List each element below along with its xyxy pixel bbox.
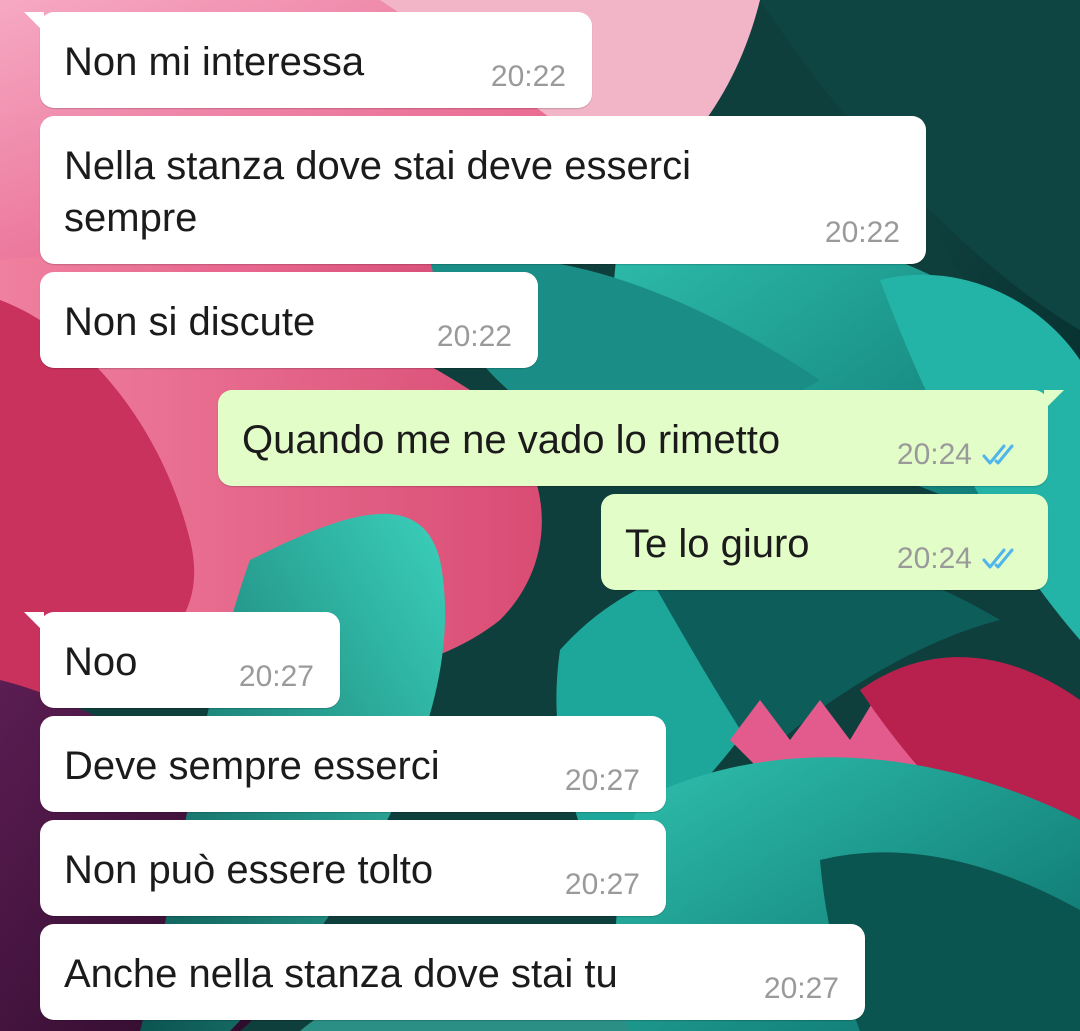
- message-bubble-incoming[interactable]: Non mi interessa 20:22: [24, 12, 592, 108]
- double-check-read-icon: [982, 548, 1014, 569]
- message-bubble-incoming[interactable]: Non può essere tolto 20:27: [40, 820, 666, 916]
- message-text: Quando me ne vado lo rimetto: [242, 418, 781, 462]
- message-bubble-incoming[interactable]: Anche nella stanza dove stai tu 20:27: [40, 924, 865, 1020]
- message-text: Non si discute: [64, 300, 316, 344]
- message-bubble-incoming[interactable]: Deve sempre esserci 20:27: [40, 716, 666, 812]
- double-check-read-icon: [982, 444, 1014, 465]
- message-timestamp: 20:27: [763, 972, 839, 1005]
- message-bubble-outgoing[interactable]: Quando me ne vado lo rimetto 20:24: [218, 390, 1064, 486]
- bubble-tail: [24, 12, 44, 32]
- message-text: Te lo giuro: [625, 522, 810, 566]
- message-text: Non mi interessa: [64, 40, 365, 84]
- bubble-tail: [1044, 390, 1064, 410]
- message-text: Anche nella stanza dove stai tu: [64, 952, 618, 996]
- message-timestamp: 20:24: [896, 438, 972, 471]
- message-timestamp: 20:22: [824, 216, 900, 249]
- message-timestamp: 20:27: [564, 764, 640, 797]
- message-timestamp: 20:24: [896, 542, 972, 575]
- message-bubble-outgoing[interactable]: Te lo giuro 20:24: [601, 494, 1048, 590]
- message-bubble-incoming[interactable]: Non si discute 20:22: [40, 272, 538, 368]
- message-bubble-incoming[interactable]: Noo 20:27: [24, 612, 340, 708]
- message-timestamp: 20:27: [238, 660, 314, 693]
- message-list[interactable]: Non mi interessa 20:22 Nella stanza dove…: [0, 0, 1080, 1031]
- bubble-tail: [24, 612, 44, 632]
- message-text: Non può essere tolto: [64, 848, 434, 892]
- message-text: Nella stanza dove stai deve esserci semp…: [64, 144, 691, 240]
- message-text: Noo: [64, 640, 138, 684]
- message-timestamp: 20:22: [490, 60, 566, 93]
- message-text: Deve sempre esserci: [64, 744, 440, 788]
- message-timestamp: 20:22: [436, 320, 512, 353]
- message-bubble-incoming[interactable]: Nella stanza dove stai deve esserci semp…: [40, 116, 926, 264]
- message-timestamp: 20:27: [564, 868, 640, 901]
